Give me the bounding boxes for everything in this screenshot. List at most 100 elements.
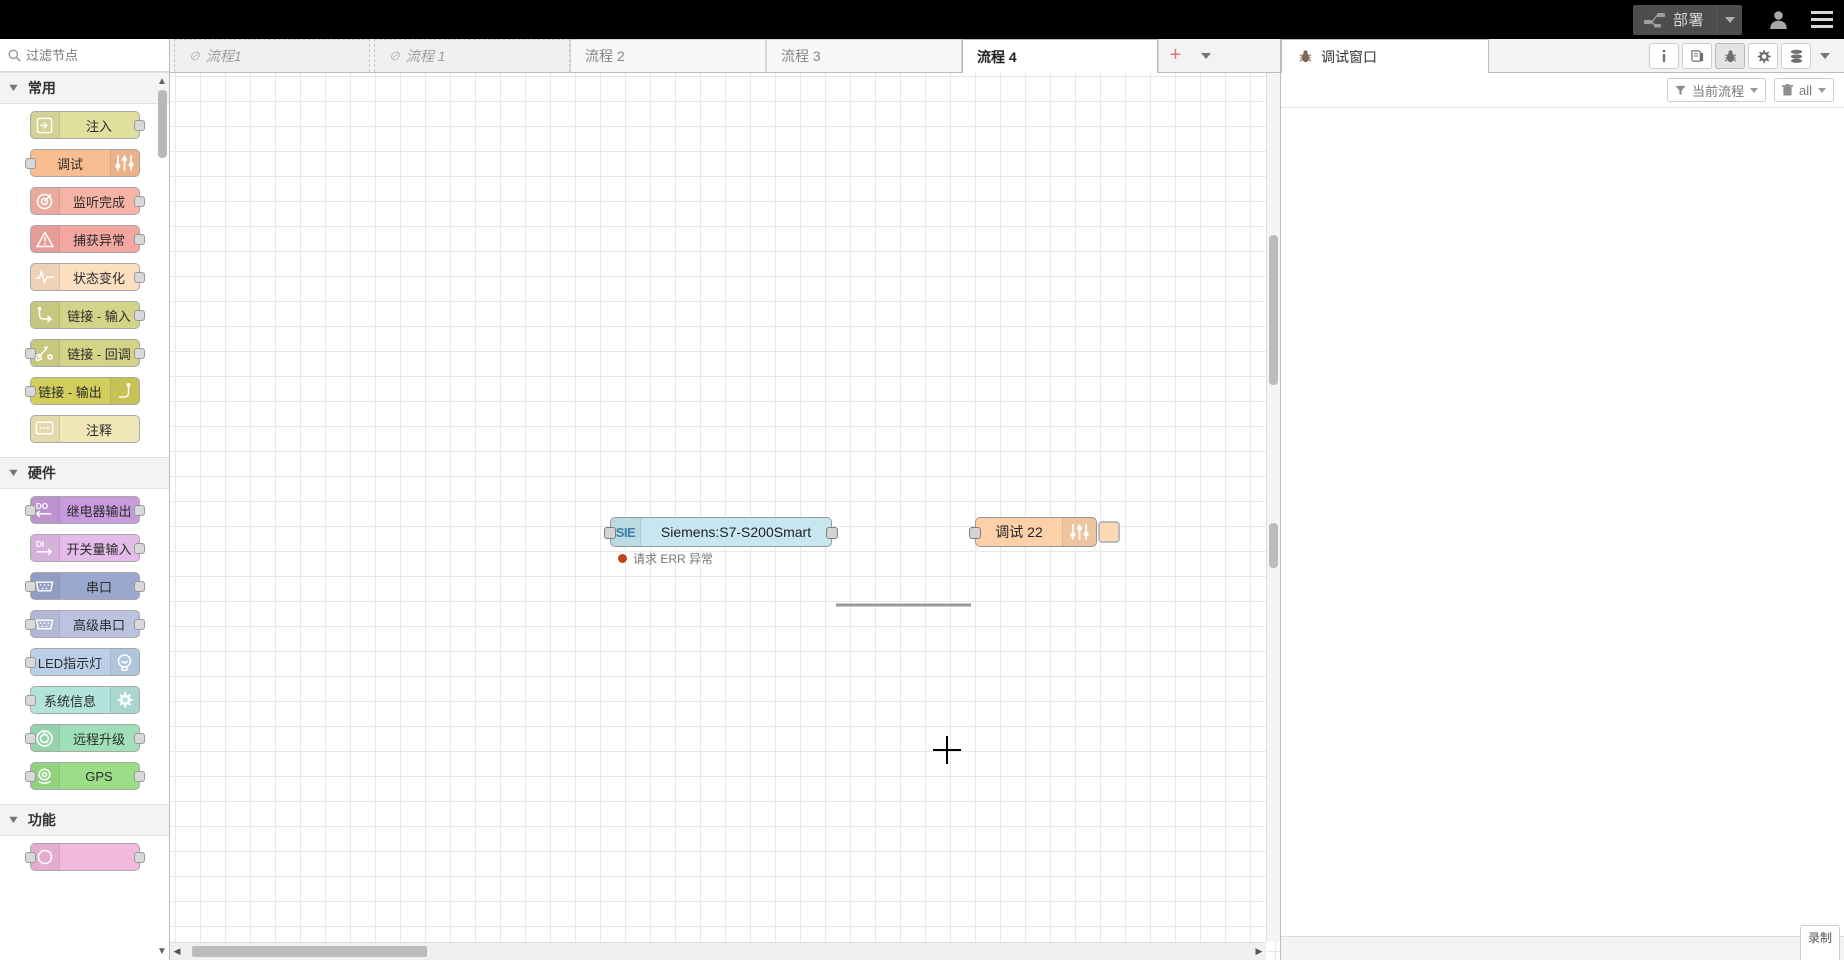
node-output-port[interactable] bbox=[133, 120, 145, 131]
node-input-port[interactable] bbox=[24, 505, 36, 516]
canvas-vertical-scrollbar[interactable] bbox=[1266, 73, 1280, 942]
sidebar-icon-config[interactable] bbox=[1748, 43, 1778, 69]
debug-clear-button[interactable]: all bbox=[1773, 78, 1834, 102]
palette-node[interactable]: 链接 - 输入 bbox=[29, 301, 145, 329]
node-status: 请求 ERR 异常 bbox=[618, 550, 713, 567]
node-input-port[interactable] bbox=[24, 386, 36, 397]
palette-node[interactable]: LED指示灯 bbox=[24, 648, 140, 676]
node-output-port[interactable] bbox=[133, 581, 145, 592]
flow-tab[interactable]: ⊘ 流程1 bbox=[174, 39, 370, 72]
sidebar-tabs-overflow-button[interactable] bbox=[1814, 43, 1836, 69]
palette-node-label: 系统信息 bbox=[43, 693, 96, 709]
flow-tab[interactable]: ⊘ 流程 1 bbox=[374, 39, 570, 72]
flow-tabs-menu-button[interactable] bbox=[1192, 39, 1220, 72]
flow-node[interactable]: 调试 22 bbox=[969, 517, 1120, 547]
palette-search-input[interactable] bbox=[26, 47, 156, 63]
palette-category-header[interactable]: ▼ 硬件 bbox=[0, 457, 169, 489]
sidebar-icon-debug[interactable] bbox=[1715, 43, 1745, 69]
flow-tab[interactable]: 流程 4 bbox=[962, 39, 1158, 73]
node-output-port[interactable] bbox=[133, 196, 145, 207]
pulse-wave-icon bbox=[30, 264, 60, 290]
canvas-vscroll-thumb[interactable] bbox=[1269, 235, 1278, 385]
debug-messages-list[interactable] bbox=[1281, 108, 1844, 936]
sidebar-icon-help[interactable] bbox=[1682, 43, 1712, 69]
palette-node[interactable]: 系统信息 bbox=[24, 686, 140, 714]
user-account-button[interactable] bbox=[1756, 0, 1800, 39]
palette-category-header[interactable]: ▼ 功能 bbox=[0, 804, 169, 836]
node-input-port[interactable] bbox=[24, 158, 36, 169]
node-input-port[interactable] bbox=[24, 852, 36, 863]
node-input-port[interactable] bbox=[24, 348, 36, 359]
sidebar-tab-debug[interactable]: 调试窗口 bbox=[1281, 39, 1489, 73]
palette-node-label: 继电器输出 bbox=[66, 503, 132, 519]
palette-category-body bbox=[0, 836, 169, 885]
palette-node[interactable]: DI 开关量输入 bbox=[29, 534, 145, 562]
palette-node[interactable]: DO 继电器输出 bbox=[24, 496, 145, 524]
flow-tab[interactable]: 流程 3 bbox=[766, 39, 962, 72]
palette-node[interactable]: 捕获异常 bbox=[29, 225, 145, 253]
node-output-port[interactable] bbox=[133, 771, 145, 782]
node-input-port[interactable] bbox=[24, 771, 36, 782]
node-input-port[interactable] bbox=[24, 657, 36, 668]
node-output-port[interactable] bbox=[133, 348, 145, 359]
node-input-port[interactable] bbox=[969, 527, 981, 539]
node-output-port[interactable] bbox=[133, 272, 145, 283]
sidebar-icon-context[interactable] bbox=[1781, 43, 1811, 69]
palette-node[interactable]: GPS bbox=[24, 762, 145, 790]
palette-node[interactable] bbox=[24, 843, 145, 871]
deploy-label: 部署 bbox=[1672, 12, 1704, 29]
debug-flow-filter[interactable]: 当前流程 bbox=[1666, 78, 1766, 102]
node-output-port[interactable] bbox=[133, 310, 145, 321]
deploy-button-main[interactable]: 部署 bbox=[1633, 5, 1716, 35]
comment-icon bbox=[30, 416, 60, 442]
node-input-port[interactable] bbox=[24, 619, 36, 630]
record-button[interactable]: 录制 bbox=[1799, 925, 1840, 960]
node-output-port[interactable] bbox=[133, 505, 145, 516]
palette-node[interactable]: 注入 bbox=[29, 111, 145, 139]
main-menu-button[interactable] bbox=[1800, 0, 1844, 39]
debug-enable-toggle[interactable] bbox=[1098, 521, 1120, 543]
palette-node[interactable]: 调试 bbox=[24, 149, 140, 177]
palette-node[interactable]: 远程升级 bbox=[24, 724, 145, 752]
node-output-port[interactable] bbox=[133, 234, 145, 245]
flow-tab-label: 流程1 bbox=[205, 48, 242, 64]
deploy-button[interactable]: 部署 bbox=[1632, 4, 1742, 35]
palette-node-label: GPS bbox=[85, 768, 113, 784]
palette-category-header[interactable]: ▼ 常用 bbox=[0, 72, 169, 104]
node-input-port[interactable] bbox=[24, 733, 36, 744]
add-flow-button[interactable]: + bbox=[1158, 39, 1192, 72]
node-output-port[interactable] bbox=[133, 852, 145, 863]
node-output-port[interactable] bbox=[133, 619, 145, 630]
palette-category-body: 注入调试监听完成捕获异常状态变化链接 - 输入 链接 - 回调 链接 - 输出 注释 bbox=[0, 104, 169, 457]
palette-scroll-area[interactable]: ▼ 常用注入调试监听完成捕获异常状态变化链接 - 输入 链接 - 回调 链接 - 输出… bbox=[0, 72, 169, 960]
palette-node[interactable]: 串口 bbox=[24, 572, 145, 600]
canvas-hscroll-thumb[interactable] bbox=[192, 946, 427, 957]
node-output-port[interactable] bbox=[133, 543, 145, 554]
sidebar-icon-info[interactable] bbox=[1649, 43, 1679, 69]
palette-node[interactable]: 状态变化 bbox=[29, 263, 145, 291]
palette-scrollbar-thumb[interactable] bbox=[158, 90, 167, 158]
node-output-port[interactable] bbox=[133, 733, 145, 744]
palette-node[interactable]: 链接 - 输出 bbox=[24, 377, 140, 405]
node-input-port[interactable] bbox=[604, 527, 616, 539]
node-input-port[interactable] bbox=[24, 695, 36, 706]
palette-node[interactable]: 高级串口 bbox=[24, 610, 145, 638]
palette-search-row[interactable] bbox=[0, 39, 169, 72]
palette-node[interactable]: 注释 bbox=[29, 415, 140, 443]
flow-node[interactable]: SIE Siemens:S7-S200Smart bbox=[604, 517, 838, 547]
palette-scroll-down[interactable]: ▼ bbox=[155, 944, 169, 958]
user-account-icon bbox=[1769, 10, 1788, 30]
flow-tab[interactable]: 流程 2 bbox=[570, 39, 766, 72]
palette-node[interactable]: 监听完成 bbox=[29, 187, 145, 215]
palette-node[interactable]: 链接 - 回调 bbox=[24, 339, 145, 367]
canvas-vscroll-thumb-2[interactable] bbox=[1269, 523, 1278, 568]
palette-node-label: 调试 bbox=[56, 156, 83, 172]
node-output-port[interactable] bbox=[826, 527, 838, 539]
canvas-hscroll-left[interactable]: ◀ bbox=[170, 943, 184, 960]
palette-scroll-up[interactable]: ▲ bbox=[155, 74, 169, 88]
canvas-hscroll-right[interactable]: ▶ bbox=[1252, 943, 1266, 960]
deploy-dropdown-toggle[interactable] bbox=[1716, 4, 1742, 35]
flow-canvas[interactable]: SIE Siemens:S7-S200Smart 请求 ERR 异常 调试 22 ◀ … bbox=[170, 73, 1280, 960]
node-input-port[interactable] bbox=[24, 581, 36, 592]
canvas-horizontal-scrollbar[interactable]: ◀ ▶ bbox=[170, 942, 1266, 960]
